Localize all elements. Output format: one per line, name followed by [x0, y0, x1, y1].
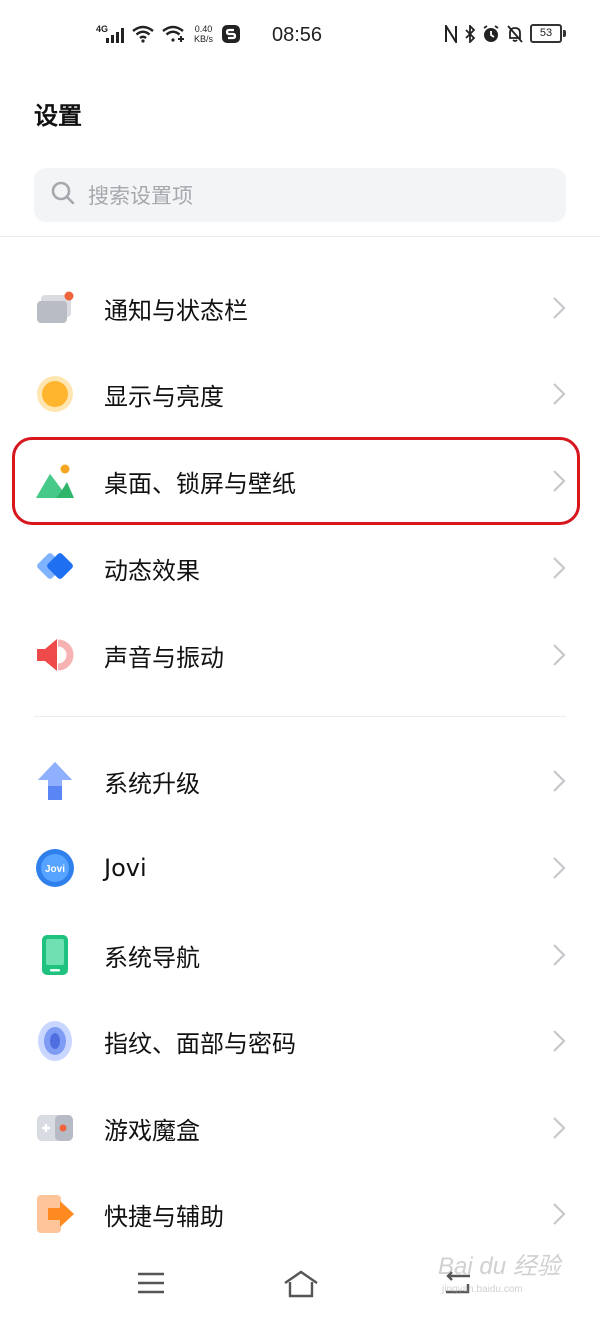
wifi-icon — [132, 25, 154, 43]
setting-item-label: 快捷与辅助 — [104, 1202, 224, 1231]
divider — [0, 236, 600, 237]
chevron-right-icon — [552, 1116, 566, 1144]
group-divider — [34, 716, 566, 717]
setting-item-jovi[interactable]: Jovi Jovi — [0, 825, 600, 911]
system-update-icon — [34, 760, 76, 802]
chevron-right-icon — [552, 943, 566, 971]
chevron-right-icon — [552, 556, 566, 584]
setting-item-shortcut[interactable]: 快捷与辅助 — [0, 1171, 600, 1257]
jovi-icon: Jovi — [34, 847, 76, 889]
highlight-annotation — [12, 437, 580, 525]
alarm-icon — [483, 24, 499, 42]
setting-item-label: 显示与亮度 — [104, 382, 224, 411]
chevron-right-icon — [552, 643, 566, 671]
chevron-right-icon — [552, 382, 566, 410]
status-right: 53 — [444, 24, 566, 43]
network-speed: 0.40 KB/s — [194, 24, 213, 44]
network-speed-unit: KB/s — [194, 34, 214, 44]
setting-item-label: 动态效果 — [104, 556, 200, 585]
wifi-plus-icon — [162, 25, 184, 42]
app-notification-icon — [222, 25, 241, 43]
chevron-right-icon — [552, 856, 566, 884]
battery-level: 53 — [530, 24, 562, 43]
setting-item-sound[interactable]: 声音与振动 — [0, 612, 600, 698]
sound-icon — [34, 634, 76, 676]
chevron-right-icon — [552, 296, 566, 324]
setting-item-label: Jovi — [104, 854, 147, 882]
setting-item-navigation[interactable]: 系统导航 — [0, 912, 600, 998]
setting-item-label: 游戏魔盒 — [104, 1116, 200, 1145]
battery-indicator: 53 — [530, 24, 566, 43]
network-type: 4G — [96, 24, 108, 34]
display-icon — [34, 373, 76, 415]
chevron-right-icon — [552, 1202, 566, 1230]
setting-item-label: 系统导航 — [104, 943, 200, 972]
baidu-watermark: Bai du 经验 jingyan.baidu.com — [438, 1248, 564, 1300]
animation-icon — [34, 547, 76, 589]
search-placeholder: 搜索设置项 — [88, 184, 193, 208]
navigation-icon — [34, 934, 76, 976]
search-input[interactable]: 搜索设置项 — [34, 168, 566, 222]
nfc-icon — [445, 24, 457, 43]
setting-item-label: 声音与振动 — [104, 643, 224, 672]
chevron-right-icon — [552, 769, 566, 797]
setting-item-label: 通知与状态栏 — [104, 296, 248, 325]
jovi-badge-text: Jovi — [45, 864, 65, 875]
setting-item-fingerprint[interactable]: 指纹、面部与密码 — [0, 998, 600, 1084]
setting-item-label: 系统升级 — [104, 769, 200, 798]
watermark-brand: Bai du 经验 — [438, 1253, 562, 1280]
home-icon[interactable] — [282, 1270, 320, 1302]
setting-item-animation[interactable]: 动态效果 — [0, 525, 600, 611]
notification-icon — [34, 287, 76, 329]
cellular-signal-icon: 4G — [96, 24, 124, 43]
bluetooth-icon — [465, 24, 476, 43]
game-box-icon — [34, 1107, 76, 1149]
setting-item-game-box[interactable]: 游戏魔盒 — [0, 1085, 600, 1171]
network-speed-value: 0.40 — [194, 24, 213, 34]
setting-item-label: 指纹、面部与密码 — [104, 1029, 296, 1058]
page-title: 设置 — [34, 102, 82, 130]
chevron-right-icon — [552, 1029, 566, 1057]
status-time: 08:56 — [272, 24, 323, 46]
setting-item-system-update[interactable]: 系统升级 — [0, 738, 600, 824]
search-icon — [50, 180, 76, 210]
watermark-url: jingyan.baidu.com — [441, 1284, 523, 1295]
menu-icon[interactable] — [136, 1270, 166, 1300]
status-bar: 4G 0.40 KB/s 08:56 53 — [0, 0, 600, 72]
fingerprint-icon — [34, 1020, 76, 1062]
shortcut-icon — [34, 1193, 76, 1235]
mute-icon — [507, 24, 523, 43]
status-left: 4G 0.40 KB/s — [96, 24, 241, 44]
setting-item-notification[interactable]: 通知与状态栏 — [0, 265, 600, 351]
setting-item-display[interactable]: 显示与亮度 — [0, 351, 600, 437]
